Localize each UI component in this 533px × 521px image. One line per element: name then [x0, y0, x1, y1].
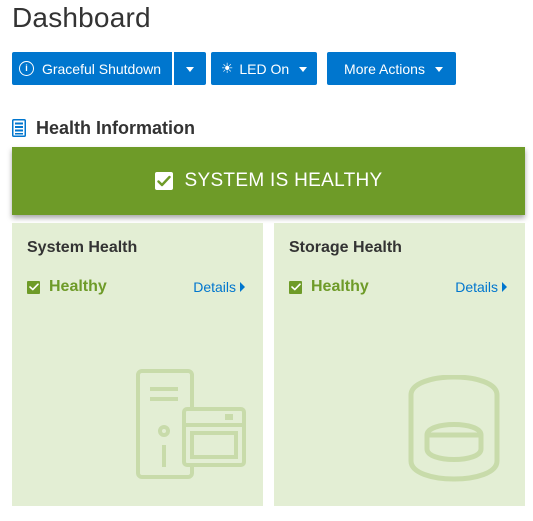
chevron-down-icon: [186, 67, 194, 72]
dashboard-page: Dashboard i Graceful Shutdown ☀ LED On M…: [0, 0, 533, 521]
server-icon: [136, 369, 246, 479]
disk-cylinder-icon: [408, 375, 500, 482]
card-title: System Health: [27, 239, 138, 256]
chevron-right-icon: [240, 282, 245, 292]
card-status: Healthy: [289, 278, 369, 296]
power-options-dropdown-button[interactable]: [174, 52, 206, 85]
chevron-right-icon: [502, 282, 507, 292]
chevron-down-icon: [434, 67, 443, 72]
storage-health-details-link[interactable]: Details: [455, 279, 507, 295]
page-title: Dashboard: [12, 2, 151, 33]
checkbox-checked-icon: [27, 280, 40, 294]
banner-text: SYSTEM IS HEALTHY: [184, 170, 383, 191]
details-label: Details: [193, 279, 236, 295]
status-text: Healthy: [49, 278, 107, 295]
more-actions-label: More Actions: [344, 60, 425, 77]
details-label: Details: [455, 279, 498, 295]
storage-health-card: Storage Health Healthy Details: [274, 223, 525, 506]
sun-icon: ☀: [220, 60, 234, 76]
system-health-details-link[interactable]: Details: [193, 279, 245, 295]
checkbox-checked-icon: [289, 280, 302, 294]
action-toolbar: i Graceful Shutdown ☀ LED On More Action…: [12, 52, 456, 85]
card-status: Healthy: [27, 278, 107, 296]
card-title: Storage Health: [289, 239, 402, 256]
system-health-banner: SYSTEM IS HEALTHY: [12, 147, 525, 215]
status-text: Healthy: [311, 278, 369, 295]
info-circle-icon: i: [18, 61, 34, 76]
system-health-card: System Health Healthy Details: [12, 223, 263, 506]
health-section-header: Health Information: [12, 116, 195, 140]
chevron-down-icon: [299, 67, 308, 72]
graceful-shutdown-label: Graceful Shutdown: [41, 60, 162, 77]
led-on-label: LED On: [239, 60, 290, 77]
led-on-button[interactable]: ☀ LED On: [211, 52, 317, 85]
server-list-icon: [12, 119, 26, 137]
graceful-shutdown-button[interactable]: i Graceful Shutdown: [12, 52, 172, 85]
checkbox-checked-icon: [154, 172, 173, 190]
more-actions-button[interactable]: More Actions: [327, 52, 456, 85]
section-title: Health Information: [36, 117, 196, 138]
